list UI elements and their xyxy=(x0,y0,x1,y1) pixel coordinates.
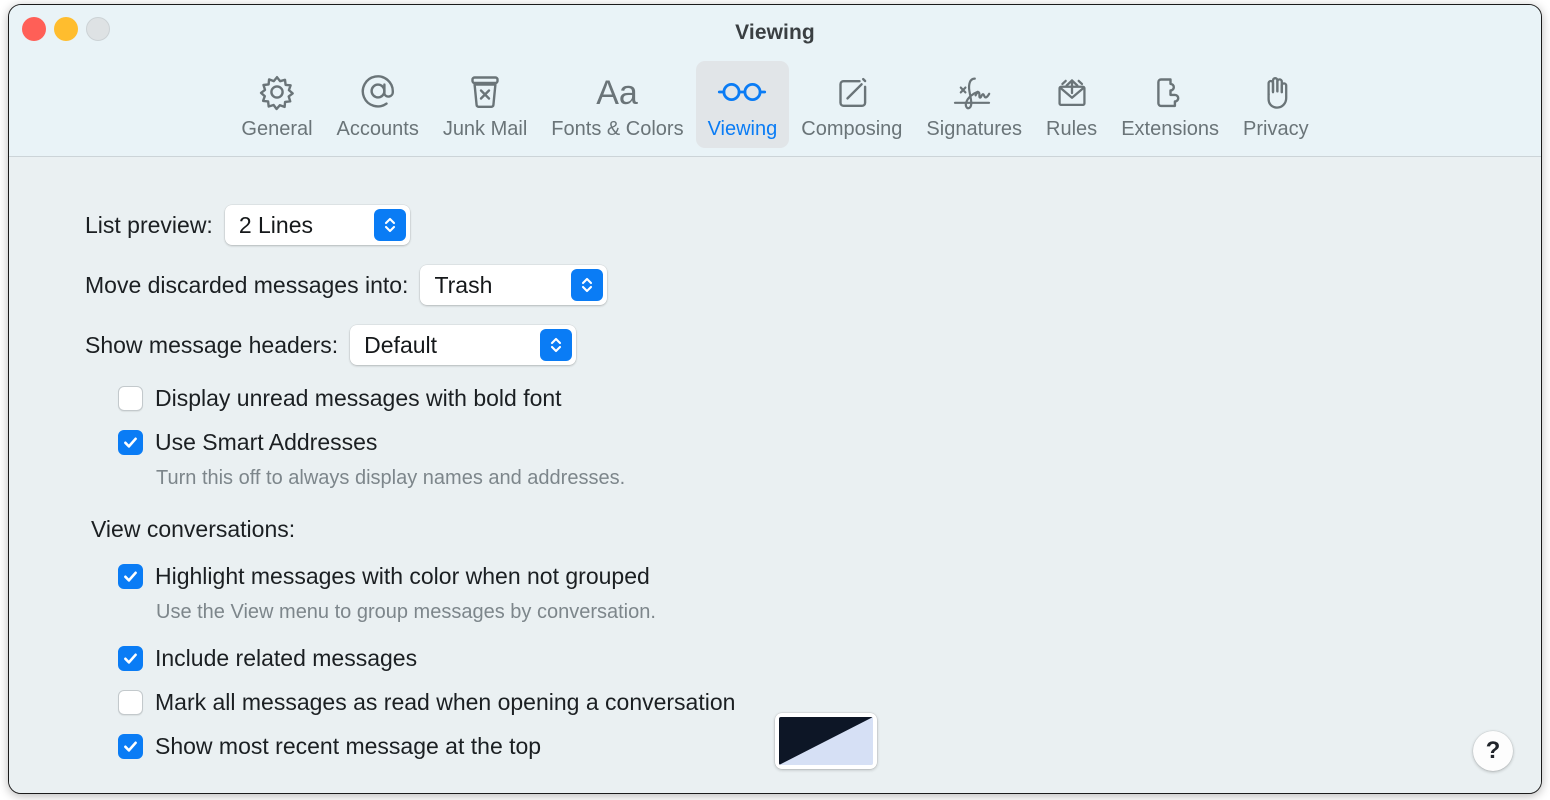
viewing-settings-pane: List preview: 2 Lines Move discarded mes… xyxy=(9,157,1541,793)
gear-icon xyxy=(254,70,300,114)
smart-addresses-hint: Turn this off to always display names an… xyxy=(156,467,625,490)
list-preview-row: List preview: 2 Lines xyxy=(85,205,410,245)
at-sign-icon xyxy=(355,70,401,114)
checkbox-recent-top-label: Show most recent message at the top xyxy=(155,733,541,760)
preferences-window: Viewing General xyxy=(8,4,1542,794)
checkbox-bold-unread[interactable] xyxy=(118,386,143,411)
checkbox-row-smart-addresses[interactable]: Use Smart Addresses xyxy=(118,429,377,456)
view-conversations-label: View conversations: xyxy=(91,516,295,543)
tab-signatures-label: Signatures xyxy=(926,117,1022,141)
checkbox-highlight-color[interactable] xyxy=(118,564,143,589)
checkbox-include-related-label: Include related messages xyxy=(155,645,417,672)
message-headers-label: Show message headers: xyxy=(85,332,338,359)
checkbox-recent-top[interactable] xyxy=(118,734,143,759)
tab-composing-label: Composing xyxy=(801,117,902,141)
move-discarded-value: Trash xyxy=(434,272,492,299)
svg-text:Aa: Aa xyxy=(597,74,639,112)
move-discarded-popup[interactable]: Trash xyxy=(420,265,607,305)
tab-fonts-colors[interactable]: Aa Fonts & Colors xyxy=(539,61,695,148)
tab-viewing[interactable]: Viewing xyxy=(696,61,790,148)
checkbox-highlight-color-label: Highlight messages with color when not g… xyxy=(155,563,650,590)
message-headers-stepper-icon[interactable] xyxy=(540,329,572,361)
checkbox-mark-all-read-label: Mark all messages as read when opening a… xyxy=(155,689,735,716)
message-headers-value: Default xyxy=(364,332,437,359)
checkbox-bold-unread-label: Display unread messages with bold font xyxy=(155,385,562,412)
raised-hand-icon xyxy=(1253,70,1299,114)
checkbox-mark-all-read[interactable] xyxy=(118,690,143,715)
window-title: Viewing xyxy=(9,21,1541,45)
checkbox-smart-addresses[interactable] xyxy=(118,430,143,455)
tab-fonts-colors-label: Fonts & Colors xyxy=(551,117,683,141)
message-headers-popup[interactable]: Default xyxy=(350,325,576,365)
checkbox-row-mark-all-read[interactable]: Mark all messages as read when opening a… xyxy=(118,689,735,716)
move-discarded-stepper-icon[interactable] xyxy=(571,269,603,301)
preferences-toolbar: General Accounts xyxy=(9,61,1541,148)
list-preview-stepper-icon[interactable] xyxy=(374,209,406,241)
window-chrome: Viewing General xyxy=(9,5,1541,157)
checkbox-row-recent-top[interactable]: Show most recent message at the top xyxy=(118,733,541,760)
tab-privacy-label: Privacy xyxy=(1243,117,1309,141)
tab-accounts-label: Accounts xyxy=(337,117,419,141)
tab-rules-label: Rules xyxy=(1046,117,1097,141)
checkbox-include-related[interactable] xyxy=(118,646,143,671)
list-preview-label: List preview: xyxy=(85,212,213,239)
highlight-color-hint: Use the View menu to group messages by c… xyxy=(156,601,656,624)
envelope-arrows-icon xyxy=(1049,70,1095,114)
tab-junk-mail[interactable]: Junk Mail xyxy=(431,61,539,148)
tab-general-label: General xyxy=(241,117,312,141)
checkbox-row-highlight-color[interactable]: Highlight messages with color when not g… xyxy=(118,563,650,590)
checkbox-smart-addresses-label: Use Smart Addresses xyxy=(155,429,377,456)
highlight-color-well[interactable] xyxy=(775,713,877,769)
tab-extensions[interactable]: Extensions xyxy=(1109,61,1231,148)
tab-viewing-label: Viewing xyxy=(708,117,778,141)
tab-general[interactable]: General xyxy=(229,61,324,148)
list-preview-value: 2 Lines xyxy=(239,212,313,239)
trash-x-icon xyxy=(462,70,508,114)
aa-typeface-icon: Aa xyxy=(587,70,647,114)
tab-composing[interactable]: Composing xyxy=(789,61,914,148)
tab-rules[interactable]: Rules xyxy=(1034,61,1109,148)
checkbox-row-bold-unread[interactable]: Display unread messages with bold font xyxy=(118,385,562,412)
compose-pencil-icon xyxy=(829,70,875,114)
tab-privacy[interactable]: Privacy xyxy=(1231,61,1321,148)
tab-signatures[interactable]: Signatures xyxy=(914,61,1034,148)
move-discarded-row: Move discarded messages into: Trash xyxy=(85,265,607,305)
help-button[interactable]: ? xyxy=(1473,731,1513,771)
signature-icon xyxy=(947,70,1001,114)
tab-accounts[interactable]: Accounts xyxy=(325,61,431,148)
list-preview-popup[interactable]: 2 Lines xyxy=(225,205,410,245)
checkbox-row-include-related[interactable]: Include related messages xyxy=(118,645,417,672)
highlight-color-swatch-graphic xyxy=(779,717,873,765)
message-headers-row: Show message headers: Default xyxy=(85,325,576,365)
eyeglasses-icon xyxy=(715,70,769,114)
puzzle-piece-icon xyxy=(1147,70,1193,114)
tab-extensions-label: Extensions xyxy=(1121,117,1219,141)
move-discarded-label: Move discarded messages into: xyxy=(85,272,408,299)
tab-junk-mail-label: Junk Mail xyxy=(443,117,527,141)
